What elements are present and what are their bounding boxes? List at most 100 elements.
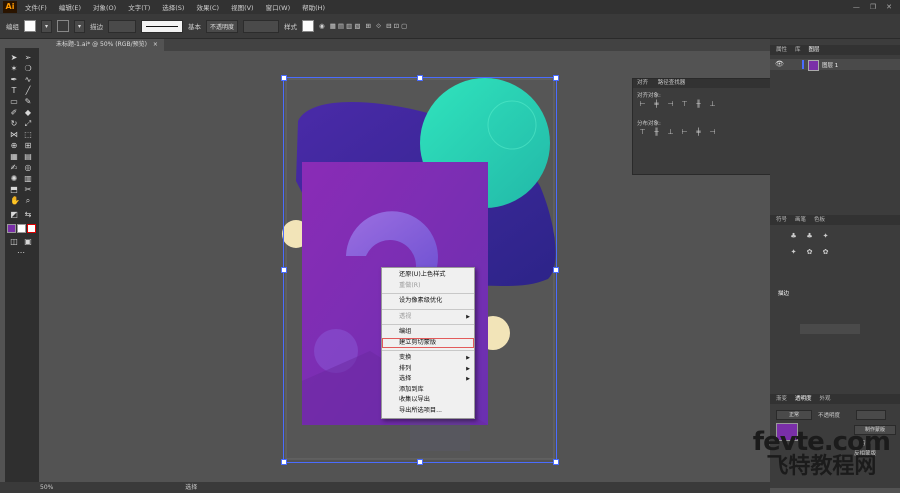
align-bottom-icon[interactable]: ⊥ <box>709 101 716 108</box>
menu-window[interactable]: 窗口(W) <box>260 2 297 12</box>
menu-item-select[interactable]: 选择 ▶ <box>382 374 474 385</box>
tab-brushes[interactable]: 画笔 <box>795 215 806 225</box>
distribute-vcenter-icon[interactable]: ╫ <box>653 129 660 136</box>
distribute-bottom-icon[interactable]: ⊥ <box>667 129 674 136</box>
document-tab[interactable]: 未标题-1.ai* @ 50% (RGB/预览) × <box>50 39 164 51</box>
close-icon[interactable]: ✕ <box>886 3 892 11</box>
symbol-icon[interactable]: ✦ <box>790 249 797 256</box>
layer-row[interactable]: 👁 图层 1 <box>770 59 900 71</box>
menu-object[interactable]: 对象(O) <box>87 2 122 12</box>
tab-swatches[interactable]: 色板 <box>814 215 825 225</box>
slice-tool-icon[interactable]: ✂ <box>24 186 32 194</box>
blend-tool-icon[interactable]: ◎ <box>24 164 32 172</box>
symbol-icon[interactable]: ♣ <box>790 233 797 240</box>
align-right-icon[interactable]: ⊣ <box>667 101 674 108</box>
selection-tool-icon[interactable]: ➤ <box>10 54 18 62</box>
handle-tm[interactable] <box>417 75 423 81</box>
menu-item-export-selection[interactable]: 导出所选项目... <box>382 406 474 417</box>
recolor-icon[interactable]: ◉ <box>319 22 325 30</box>
edit-toolbar-icon[interactable]: ⋯ <box>17 249 25 257</box>
distribute-left-icon[interactable]: ⊢ <box>681 129 688 136</box>
fill-stroke-icon[interactable]: ◩ <box>10 211 18 219</box>
zoom-level[interactable]: 50% <box>40 484 53 491</box>
hand-tool-icon[interactable]: ✋ <box>10 197 20 205</box>
isolate-icon[interactable]: ⟐ <box>376 22 381 31</box>
symbol-icon[interactable]: ♣ <box>806 233 813 240</box>
stroke-swatch[interactable] <box>57 20 70 32</box>
menu-item-make-clipping-mask[interactable]: 建立剪切蒙版 <box>382 337 474 348</box>
align-hcenter-icon[interactable]: ╪ <box>653 101 660 108</box>
restore-icon[interactable]: ❐ <box>870 3 876 11</box>
distribute-top-icon[interactable]: ⊤ <box>639 129 646 136</box>
canvas[interactable]: 还原(U)上色样式 重做(R) 设为像素级优化 透视 ▶ 编组 建立剪切蒙版 变换… <box>50 51 770 481</box>
opacity-field[interactable] <box>856 410 886 420</box>
transform-icon[interactable]: ⊞ <box>365 22 370 30</box>
tab-align[interactable]: 对齐 <box>637 80 648 86</box>
tab-close-icon[interactable]: × <box>153 41 158 48</box>
tab-appearance[interactable]: 外观 <box>820 394 831 404</box>
gradient-tool-icon[interactable]: ▤ <box>24 153 32 161</box>
stroke-profile-preview[interactable] <box>141 19 184 33</box>
symbol-icon[interactable]: ✿ <box>806 249 813 256</box>
screen-mode-icon[interactable]: ▣ <box>24 238 32 246</box>
tab-transparency[interactable]: 透明度 <box>795 394 812 404</box>
line-tool-icon[interactable]: ╱ <box>24 87 32 95</box>
handle-tr[interactable] <box>553 75 559 81</box>
opacity-dropdown[interactable]: 不透明度 <box>206 19 239 33</box>
paintbrush-icon[interactable]: ✎ <box>24 98 32 106</box>
style-swatch[interactable] <box>302 20 315 32</box>
stroke-color-swatch[interactable] <box>17 224 26 233</box>
menu-item-transform[interactable]: 变换 ▶ <box>382 353 474 364</box>
eye-icon[interactable]: 👁 <box>775 60 784 68</box>
menu-type[interactable]: 文字(T) <box>122 2 156 12</box>
symbol-icon[interactable]: ✦ <box>822 233 829 240</box>
fill-dropdown[interactable]: ▾ <box>41 19 53 33</box>
menu-item-collect-for-export[interactable]: 收集以导出 <box>382 395 474 406</box>
rectangle-tool-icon[interactable]: ▭ <box>10 98 18 106</box>
mesh-tool-icon[interactable]: ▦ <box>10 153 18 161</box>
artboard-tool-icon[interactable]: ⬒ <box>10 186 18 194</box>
free-transform-icon[interactable]: ⬚ <box>24 131 32 139</box>
swap-fill-stroke-icon[interactable]: ⇆ <box>24 211 32 219</box>
eyedropper-icon[interactable]: ✍ <box>10 164 18 172</box>
stroke-label[interactable]: 描边 <box>90 21 103 31</box>
menu-effect[interactable]: 效果(C) <box>190 2 225 12</box>
menu-item-group[interactable]: 编组 <box>382 327 474 338</box>
scale-tool-icon[interactable]: ⤢ <box>24 120 32 128</box>
perspective-grid-icon[interactable]: ⊞ <box>24 142 32 150</box>
draw-mode-icon[interactable]: ◫ <box>10 238 18 246</box>
handle-bl[interactable] <box>281 459 287 465</box>
column-graph-icon[interactable]: ▥ <box>24 175 32 183</box>
symbol-icon[interactable]: ✿ <box>822 249 829 256</box>
rotate-tool-icon[interactable]: ↻ <box>10 120 18 128</box>
handle-mr[interactable] <box>553 267 559 273</box>
type-tool-icon[interactable]: T <box>10 87 18 95</box>
blend-mode-dropdown[interactable]: 正常 <box>776 410 812 420</box>
shaper-tool-icon[interactable]: ✐ <box>10 109 18 117</box>
align-left-icon[interactable]: ⊢ <box>639 101 646 108</box>
menu-item-arrange[interactable]: 排列 ▶ <box>382 364 474 375</box>
opacity-input[interactable] <box>243 19 280 33</box>
handle-br[interactable] <box>553 459 559 465</box>
menu-select[interactable]: 选择(S) <box>156 2 190 12</box>
none-color-swatch[interactable] <box>27 224 36 233</box>
tab-properties[interactable]: 属性 <box>776 45 787 55</box>
menu-file[interactable]: 文件(F) <box>19 2 53 12</box>
pen-tool-icon[interactable]: ✒ <box>10 76 18 84</box>
fill-swatch[interactable] <box>24 20 36 32</box>
menu-view[interactable]: 视图(V) <box>225 2 260 12</box>
menu-item-pixel-optimize[interactable]: 设为像素级优化 <box>382 296 474 307</box>
magic-wand-icon[interactable]: ✶ <box>10 65 18 73</box>
stroke-panel-title[interactable]: 描边 <box>778 289 789 297</box>
eraser-icon[interactable]: ◆ <box>24 109 32 117</box>
layer-name[interactable]: 图层 1 <box>822 61 838 69</box>
align-top-icon[interactable]: ⊤ <box>681 101 688 108</box>
menu-edit[interactable]: 编辑(E) <box>53 2 87 12</box>
shape-builder-icon[interactable]: ⊟ ⊡ ▢ <box>386 22 407 30</box>
menu-item-undo[interactable]: 还原(U)上色样式 <box>382 270 474 281</box>
menu-item-add-to-library[interactable]: 添加到库 <box>382 385 474 396</box>
tab-pathfinder[interactable]: 路径查找器 <box>658 80 686 86</box>
handle-ml[interactable] <box>281 267 287 273</box>
direct-selection-tool-icon[interactable]: ➢ <box>24 54 32 62</box>
symbol-sprayer-icon[interactable]: ✺ <box>10 175 18 183</box>
